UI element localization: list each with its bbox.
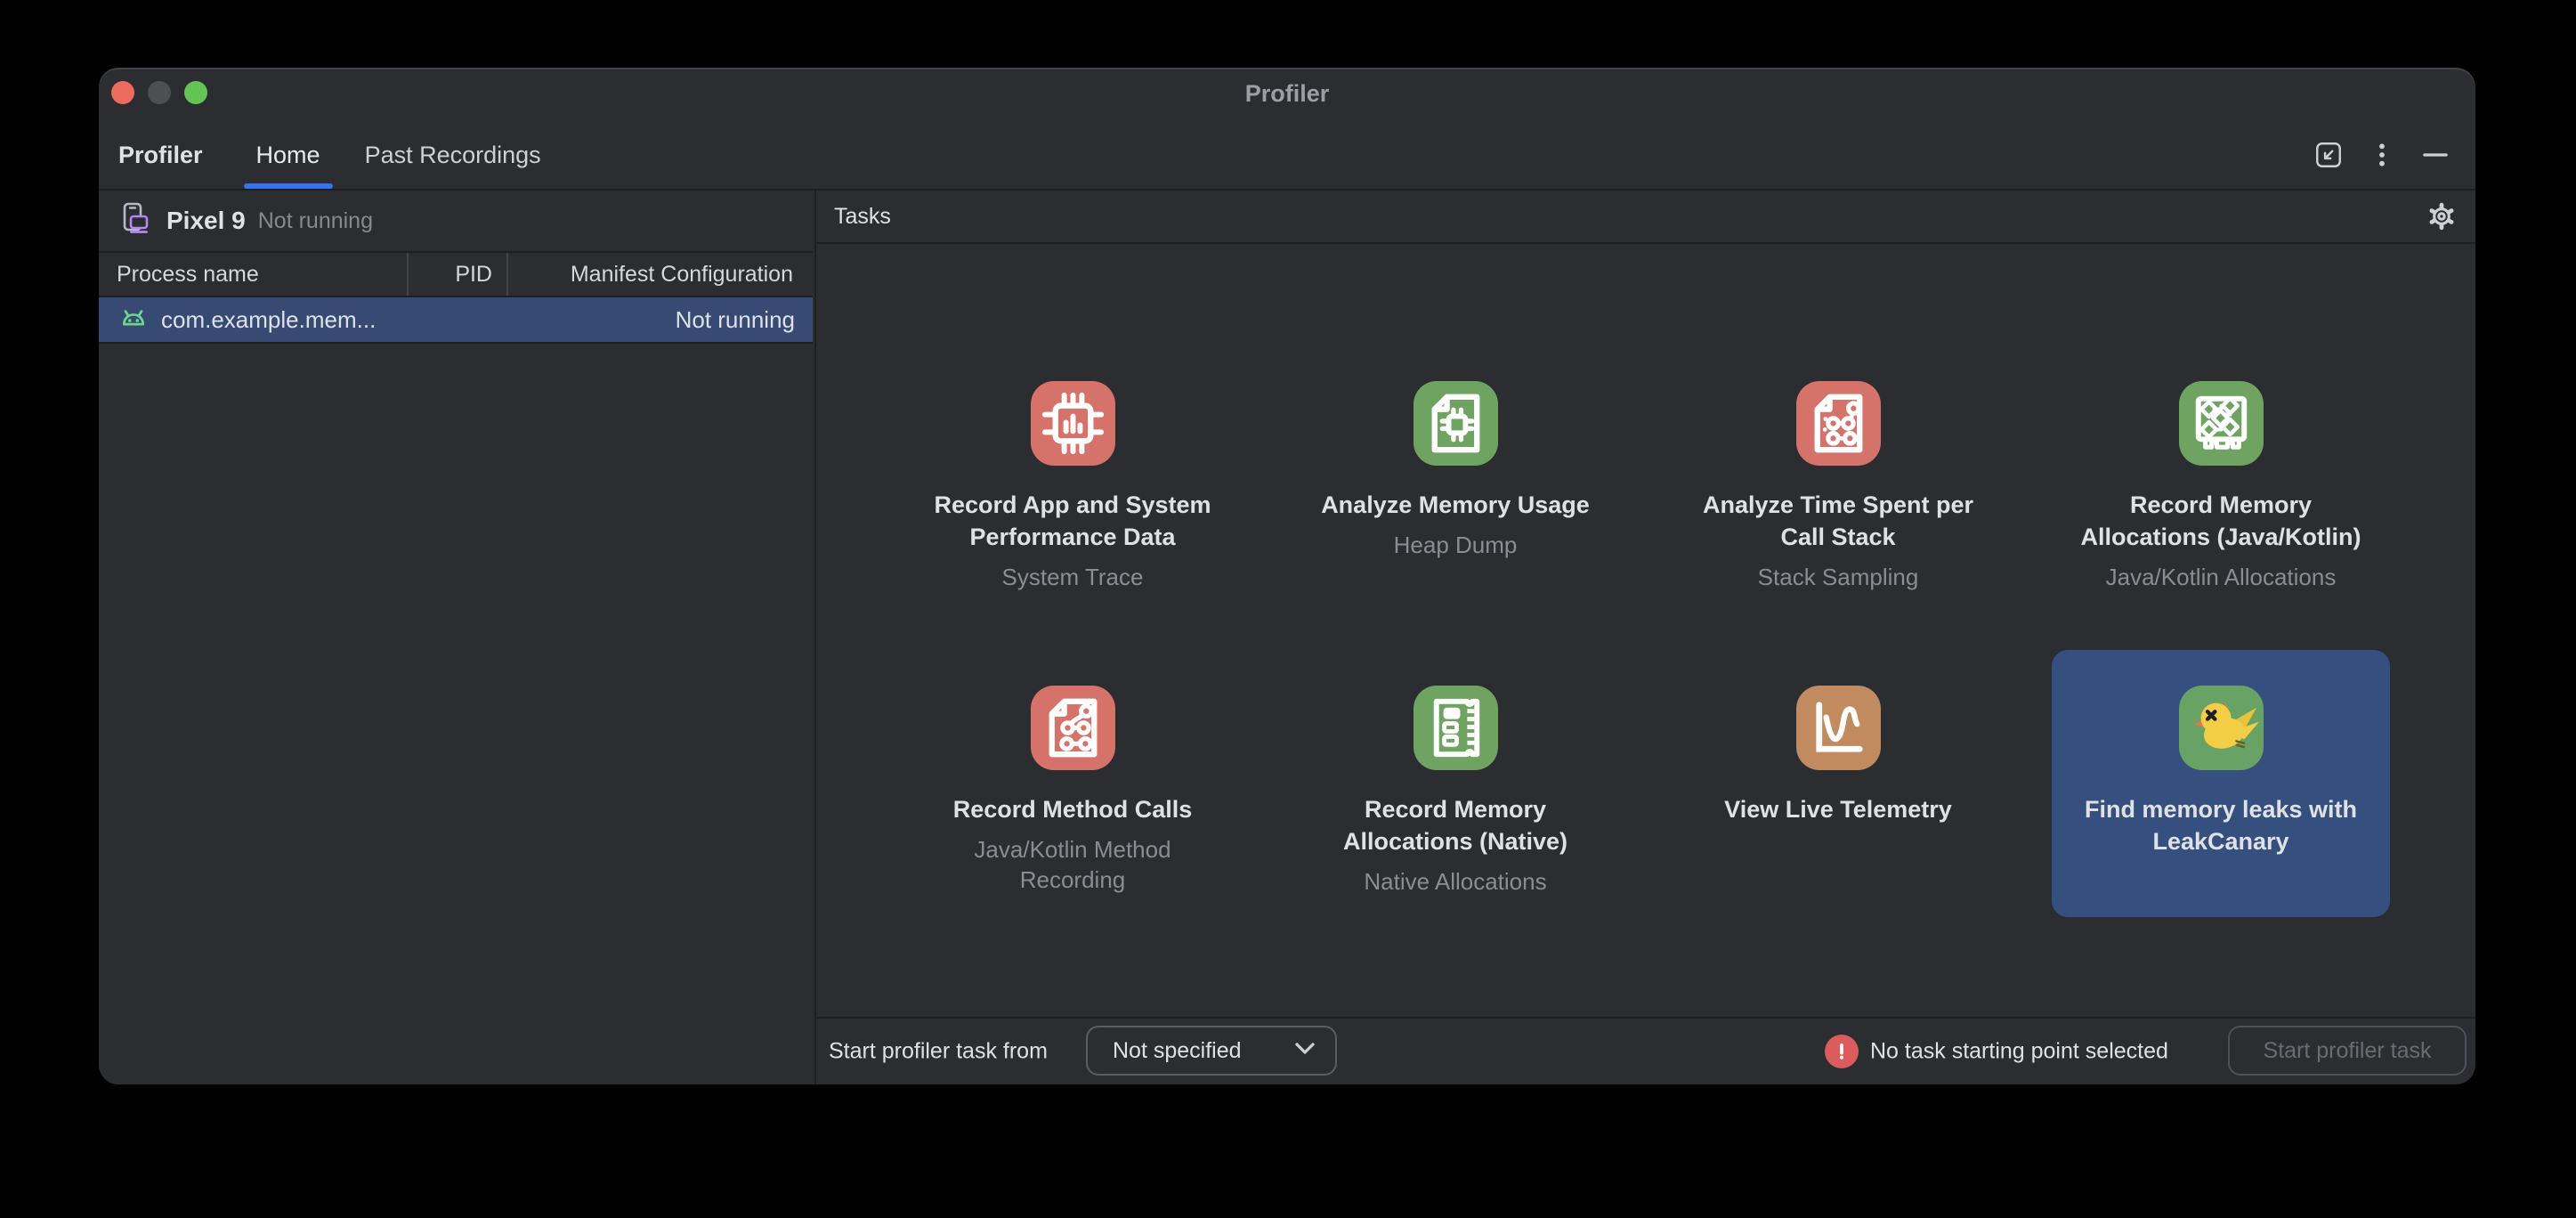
dock-window-icon[interactable] [2313, 140, 2344, 170]
task-card-title: View Live Telemetry [1696, 793, 1981, 825]
chevron-down-icon [1294, 1042, 1316, 1060]
start-from-label: Start profiler task from [829, 1039, 1048, 1065]
tab-past-recordings[interactable]: Past Recordings [352, 121, 554, 189]
profiler-window: Profiler Profiler Home Past Recordings [99, 68, 2475, 1084]
heap-dump-icon [1414, 381, 1498, 466]
process-name: com.example.mem... [161, 306, 376, 334]
process-panel: Pixel 9 Not running Process name PID Man… [99, 191, 813, 1084]
minimize-icon[interactable] [2420, 140, 2450, 170]
task-card-record-app-system-performance[interactable]: Record App and System Performance Data S… [903, 345, 1242, 613]
task-card-view-live-telemetry[interactable]: View Live Telemetry [1669, 650, 2007, 917]
starting-point-dropdown[interactable]: Not specified [1086, 1026, 1337, 1076]
task-card-title: Record Memory Allocations (Java/Kotlin) [2078, 489, 2363, 553]
native-allocations-icon [1414, 686, 1498, 770]
process-table-header: Process name PID Manifest Configuration [99, 253, 813, 297]
task-card-find-memory-leaks-leakcanary[interactable]: Find memory leaks with LeakCanary [2052, 650, 2390, 917]
tab-home[interactable]: Home [244, 121, 333, 189]
gear-icon[interactable] [2424, 199, 2459, 234]
window-title: Profiler [99, 80, 2475, 108]
titlebar: Profiler [99, 68, 2475, 121]
process-row-selected[interactable]: com.example.mem... Not running [99, 297, 813, 344]
tab-past-recordings-label: Past Recordings [365, 142, 541, 169]
task-card-analyze-time-per-callstack[interactable]: Analyze Time Spent per Call Stack Stack … [1669, 345, 2007, 613]
tasks-panel: Tasks [814, 191, 2475, 1084]
task-card-title: Find memory leaks with LeakCanary [2078, 793, 2363, 857]
kebab-menu-icon[interactable] [2367, 140, 2397, 170]
column-header-pid[interactable]: PID [407, 253, 506, 296]
task-card-title: Analyze Memory Usage [1313, 489, 1598, 521]
titlebar-actions [2313, 140, 2475, 170]
task-card-subtitle: Native Allocations [1313, 866, 1598, 897]
java-allocations-icon [2179, 381, 2264, 466]
task-card-analyze-memory-usage[interactable]: Analyze Memory Usage Heap Dump [1286, 345, 1624, 613]
tasks-title: Tasks [834, 204, 891, 230]
cpu-performance-icon [1031, 381, 1115, 466]
start-profiler-task-button[interactable]: Start profiler task [2228, 1026, 2467, 1076]
tab-bar: Profiler Home Past Recordings [99, 121, 2475, 191]
task-card-subtitle: Stack Sampling [1696, 562, 1981, 592]
method-calls-icon [1031, 686, 1115, 770]
android-icon [117, 301, 150, 339]
task-card-record-method-calls[interactable]: Record Method Calls Java/Kotlin Method R… [903, 650, 1242, 917]
task-card-subtitle: System Trace [930, 562, 1215, 592]
tab-home-label: Home [256, 142, 320, 169]
device-status: Not running [258, 208, 373, 234]
tasks-header: Tasks [816, 191, 2475, 244]
task-card-subtitle: Java/Kotlin Method Recording [930, 834, 1215, 895]
tasks-footer: Start profiler task from Not specified [816, 1017, 2475, 1084]
tasks-grid: Record App and System Performance Data S… [816, 242, 2475, 1019]
process-manifest-status: Not running [676, 306, 795, 334]
active-tab-underline [244, 183, 333, 189]
device-header: Pixel 9 Not running [99, 191, 813, 253]
warning-text: No task starting point selected [1870, 1039, 2168, 1065]
column-header-manifest-configuration[interactable]: Manifest Configuration [506, 253, 813, 296]
task-card-subtitle: Java/Kotlin Allocations [2078, 562, 2363, 592]
starting-point-dropdown-value: Not specified [1113, 1038, 1242, 1064]
desktop-background: Profiler Profiler Home Past Recordings [0, 0, 2576, 1218]
column-header-process-name[interactable]: Process name [99, 253, 407, 296]
task-card-record-memory-allocations-native[interactable]: Record Memory Allocations (Native) Nativ… [1286, 650, 1624, 917]
app-label: Profiler [118, 142, 203, 169]
device-name: Pixel 9 [166, 207, 246, 235]
task-card-subtitle: Heap Dump [1313, 530, 1598, 560]
task-card-title: Record Method Calls [930, 793, 1215, 825]
task-card-title: Analyze Time Spent per Call Stack [1696, 489, 1981, 553]
warning-icon [1825, 1035, 1859, 1068]
device-icon [117, 199, 156, 243]
task-card-title: Record App and System Performance Data [930, 489, 1215, 553]
stack-sampling-icon [1796, 381, 1881, 466]
tabs: Home Past Recordings [244, 121, 573, 189]
leakcanary-icon [2179, 686, 2264, 770]
live-telemetry-icon [1796, 686, 1881, 770]
task-card-record-memory-allocations-java[interactable]: Record Memory Allocations (Java/Kotlin) … [2052, 345, 2390, 613]
task-card-title: Record Memory Allocations (Native) [1313, 793, 1598, 857]
